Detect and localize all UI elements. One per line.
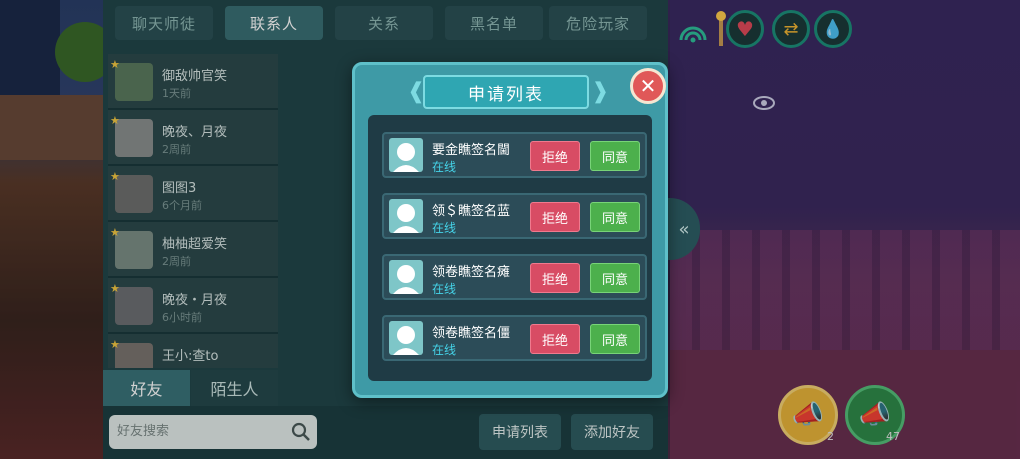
friend-name: 王小:查to <box>162 349 219 364</box>
friend-item[interactable]: ★ 御敌帅官笑 1天前 <box>108 54 278 110</box>
star-icon: ★ <box>110 114 120 127</box>
requester-name: 领卷瞧签名僵 <box>432 326 511 341</box>
megaphone-button-right[interactable]: 📣 47 <box>845 385 905 445</box>
friend-name: 柚柚超爱笑 <box>162 237 228 252</box>
online-status: 在线 <box>432 221 457 235</box>
requester-name: 要金瞧签名閫 <box>432 143 511 158</box>
friend-item[interactable]: ★ 图图3 6个月前 <box>108 166 278 222</box>
water-drop-icon: 💧 <box>821 18 845 40</box>
game-world-left <box>0 0 115 459</box>
megaphone-button-left[interactable]: 📣 2 <box>778 385 838 445</box>
megaphone-count: 2 <box>827 430 834 443</box>
eye-icon[interactable] <box>753 95 775 111</box>
avatar <box>389 321 423 355</box>
tab-strangers[interactable]: 陌生人 <box>191 370 278 406</box>
game-world-right <box>670 0 1020 459</box>
modal-title: 申请列表 <box>423 75 589 109</box>
accept-button[interactable]: 同意 <box>590 263 640 293</box>
friend-item[interactable]: ★ 晚夜、月夜 2周前 <box>108 110 278 166</box>
default-avatar-icon <box>393 143 419 172</box>
megaphone-icon: 📣 <box>858 400 892 430</box>
avatar <box>115 287 153 325</box>
stone-pillar <box>0 0 60 100</box>
avatar <box>115 343 153 368</box>
health-button[interactable]: ♥ <box>726 10 764 48</box>
ornament-right-icon: ❱ <box>591 79 610 104</box>
avatar <box>115 231 153 269</box>
dirt-block <box>0 95 110 160</box>
panel-tabs: 聊天师徒 联系人 关系 黑名单 危险玩家 <box>103 0 668 42</box>
star-icon: ★ <box>110 282 120 295</box>
megaphone-count: 47 <box>886 430 900 443</box>
close-icon: ✕ <box>639 74 657 98</box>
friend-name: 图图3 <box>162 181 197 196</box>
floor <box>670 350 1020 459</box>
avatar <box>115 63 153 101</box>
reject-button[interactable]: 拒绝 <box>530 202 580 232</box>
default-avatar-icon <box>393 265 419 294</box>
star-icon: ★ <box>110 170 120 183</box>
accept-button[interactable]: 同意 <box>590 141 640 171</box>
star-icon: ★ <box>110 226 120 239</box>
friend-item[interactable]: ★ 晚夜・月夜 6小时前 <box>108 278 278 334</box>
patterned-wall <box>670 230 1020 350</box>
online-status: 在线 <box>432 343 457 357</box>
request-row: 领卷瞧签名僵 在线 拒绝 同意 <box>382 315 647 361</box>
default-avatar-icon <box>393 326 419 355</box>
friend-name: 晚夜、月夜 <box>162 125 228 140</box>
friend-name: 晚夜・月夜 <box>162 293 228 308</box>
requester-name: 领＄瞧签名蓝 <box>432 204 511 219</box>
close-button[interactable]: ✕ <box>630 68 666 104</box>
tab-contacts[interactable]: 联系人 <box>225 6 323 40</box>
friend-last-online: 1天前 <box>162 87 191 100</box>
avatar <box>115 119 153 157</box>
friend-last-online: 6小时前 <box>162 311 202 324</box>
tab-relations[interactable]: 关系 <box>335 6 433 40</box>
reject-button[interactable]: 拒绝 <box>530 324 580 354</box>
swap-icon: ⇄ <box>783 18 799 40</box>
megaphone-icon: 📣 <box>791 400 825 430</box>
search-placeholder: 好友搜索 <box>117 424 170 439</box>
bottom-bar: 好友搜索 申请列表 添加好友 <box>103 406 668 459</box>
hunger-button[interactable]: ⇄ <box>772 10 810 48</box>
search-icon[interactable] <box>291 422 311 442</box>
request-list-modal: ❰ 申请列表 ❱ ✕ 要金瞧签名閫 在线 拒绝 同意 领＄瞧签名蓝 在线 拒绝 … <box>352 62 668 398</box>
avatar <box>389 260 423 294</box>
friend-search-input[interactable]: 好友搜索 <box>109 415 317 449</box>
star-icon: ★ <box>110 338 120 351</box>
signal-icon <box>679 26 707 43</box>
friend-item[interactable]: ★ 王小:查to <box>108 334 278 368</box>
friend-list: ★ 御敌帅官笑 1天前 ★ 晚夜、月夜 2周前 ★ 图图3 6个月前 ★ 柚柚超… <box>108 54 278 368</box>
star-icon: ★ <box>110 58 120 71</box>
request-row: 要金瞧签名閫 在线 拒绝 同意 <box>382 132 647 178</box>
tab-blacklist[interactable]: 黑名单 <box>445 6 543 40</box>
accept-button[interactable]: 同意 <box>590 202 640 232</box>
friend-sub-tabs: 好友 陌生人 <box>103 370 278 406</box>
add-friend-button[interactable]: 添加好友 <box>571 414 653 450</box>
request-row: 领卷瞧签名瘫 在线 拒绝 同意 <box>382 254 647 300</box>
request-row: 领＄瞧签名蓝 在线 拒绝 同意 <box>382 193 647 239</box>
tab-friends[interactable]: 好友 <box>103 370 190 406</box>
online-status: 在线 <box>432 160 457 174</box>
avatar <box>389 199 423 233</box>
heart-icon: ♥ <box>736 17 754 41</box>
accept-button[interactable]: 同意 <box>590 324 640 354</box>
request-list-button[interactable]: 申请列表 <box>479 414 561 450</box>
tab-dangerous-players[interactable]: 危险玩家 <box>549 6 647 40</box>
friend-last-online: 2周前 <box>162 143 191 156</box>
default-avatar-icon <box>393 204 419 233</box>
oxygen-button[interactable]: 💧 <box>814 10 852 48</box>
online-status: 在线 <box>432 282 457 296</box>
friend-item[interactable]: ★ 柚柚超爱笑 2周前 <box>108 222 278 278</box>
friend-last-online: 6个月前 <box>162 199 202 212</box>
friend-last-online: 2周前 <box>162 255 191 268</box>
double-chevron-left-icon: « <box>678 218 690 240</box>
reject-button[interactable]: 拒绝 <box>530 263 580 293</box>
avatar <box>115 175 153 213</box>
tab-chat-mentor[interactable]: 聊天师徒 <box>115 6 213 40</box>
friend-name: 御敌帅官笑 <box>162 69 228 84</box>
avatar <box>389 138 423 172</box>
reject-button[interactable]: 拒绝 <box>530 141 580 171</box>
requester-name: 领卷瞧签名瘫 <box>432 265 511 280</box>
